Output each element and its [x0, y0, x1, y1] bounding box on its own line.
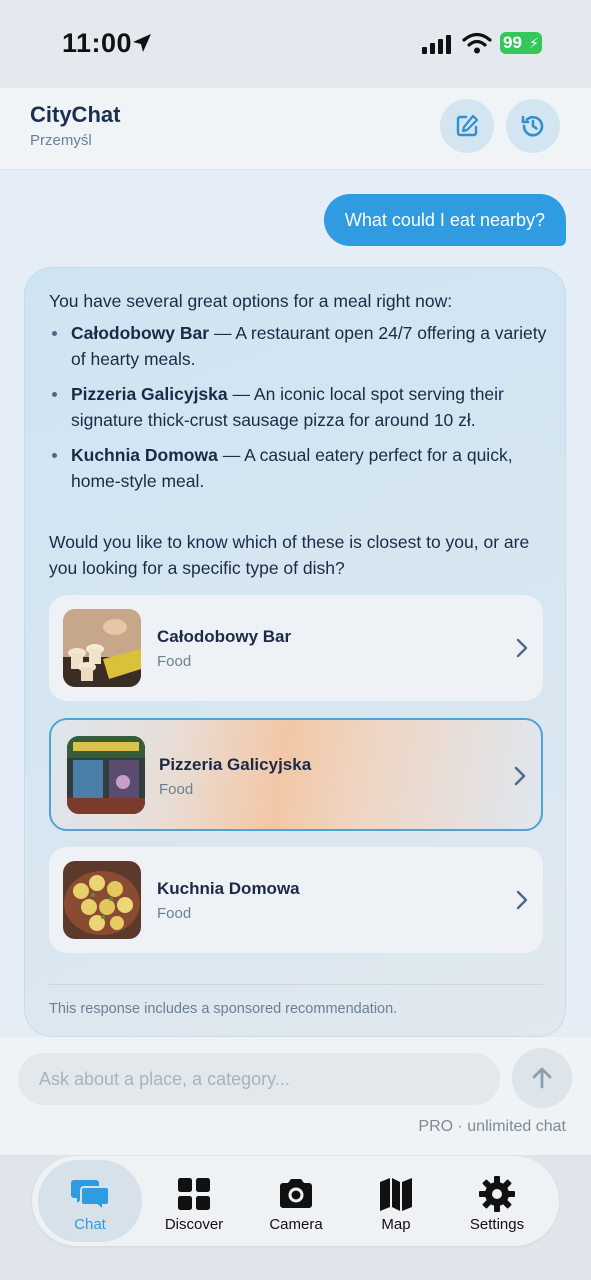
list-item: Całodobowy Bar — A restaurant open 24/7 …: [49, 320, 549, 372]
list-item: Kuchnia Domowa — A casual eatery perfect…: [49, 442, 549, 494]
tab-discover[interactable]: Discover: [142, 1160, 246, 1242]
place-card[interactable]: Kuchnia Domowa Food: [49, 847, 543, 953]
tab-label: Map: [381, 1216, 411, 1233]
assistant-followup: Would you like to know which of these is…: [49, 532, 530, 578]
place-card-sponsored[interactable]: Pizzeria Galicyjska Food: [49, 718, 543, 831]
status-bar: 11:00 99 ⚡: [0, 0, 591, 88]
cellular-signal-icon: [422, 35, 451, 54]
list-item-name: Kuchnia Domowa: [71, 445, 218, 465]
divider: [49, 984, 543, 985]
place-category: Food: [157, 905, 192, 922]
send-button[interactable]: [512, 1048, 572, 1108]
tab-map[interactable]: Map: [344, 1160, 448, 1242]
user-message-bubble: What could I eat nearby?: [323, 194, 566, 246]
new-chat-button[interactable]: [440, 99, 494, 153]
arrow-up-icon: [532, 1067, 552, 1089]
location-arrow-icon: [133, 34, 151, 52]
battery-icon: 99 ⚡: [500, 32, 542, 54]
place-name: Pizzeria Galicyjska: [159, 755, 312, 774]
plan-status: PRO · unlimited chat: [418, 1118, 566, 1135]
camera-icon: [280, 1179, 312, 1208]
chevron-right-icon: [514, 766, 526, 786]
assistant-message: You have several great options for a mea…: [24, 267, 566, 1037]
tab-label: Discover: [164, 1216, 224, 1233]
place-category: Food: [157, 653, 192, 670]
app-title: CityChat: [30, 102, 121, 127]
tab-label: Camera: [269, 1216, 323, 1233]
map-icon: [380, 1178, 412, 1211]
list-item-name: Całodobowy Bar: [71, 323, 210, 343]
chevron-right-icon: [516, 890, 528, 910]
compose-icon: [456, 114, 479, 137]
history-button[interactable]: [506, 99, 560, 153]
grid-icon: [178, 1178, 210, 1210]
wifi-icon: [462, 32, 492, 54]
sponsored-disclosure: This response includes a sponsored recom…: [49, 1001, 398, 1017]
city-subtitle: Przemyśl: [30, 132, 92, 149]
place-thumbnail: [63, 609, 141, 687]
tab-bar-area: Chat Discover Camera Map Settings: [0, 1155, 591, 1280]
tab-bar: Chat Discover Camera Map Settings: [32, 1156, 559, 1246]
list-item: Pizzeria Galicyjska — An iconic local sp…: [49, 381, 549, 433]
history-icon: [521, 115, 544, 137]
tab-label: Chat: [74, 1216, 106, 1233]
tab-camera[interactable]: Camera: [244, 1160, 348, 1242]
place-name: Kuchnia Domowa: [157, 879, 300, 898]
composer: PRO · unlimited chat: [0, 1037, 591, 1155]
battery-level: 99: [503, 33, 522, 52]
place-thumbnail: [63, 861, 141, 939]
tab-chat[interactable]: Chat: [38, 1160, 142, 1242]
recommendation-list: Całodobowy Bar — A restaurant open 24/7 …: [49, 320, 549, 503]
assistant-intro: You have several great options for a mea…: [49, 291, 453, 311]
place-card[interactable]: Całodobowy Bar Food: [49, 595, 543, 701]
chat-area[interactable]: What could I eat nearby? You have severa…: [0, 171, 591, 1037]
place-thumbnail: [67, 736, 145, 814]
list-item-name: Pizzeria Galicyjska: [71, 384, 228, 404]
place-name: Całodobowy Bar: [157, 627, 292, 646]
chevron-right-icon: [516, 638, 528, 658]
tab-label: Settings: [469, 1216, 525, 1233]
tab-settings[interactable]: Settings: [445, 1160, 549, 1242]
app-header: CityChat Przemyśl: [0, 88, 591, 170]
status-time: 11:00: [62, 28, 133, 58]
chat-bubbles-icon: [71, 1180, 110, 1213]
gear-icon: [479, 1176, 515, 1212]
place-category: Food: [159, 781, 194, 798]
message-input[interactable]: [18, 1053, 500, 1105]
